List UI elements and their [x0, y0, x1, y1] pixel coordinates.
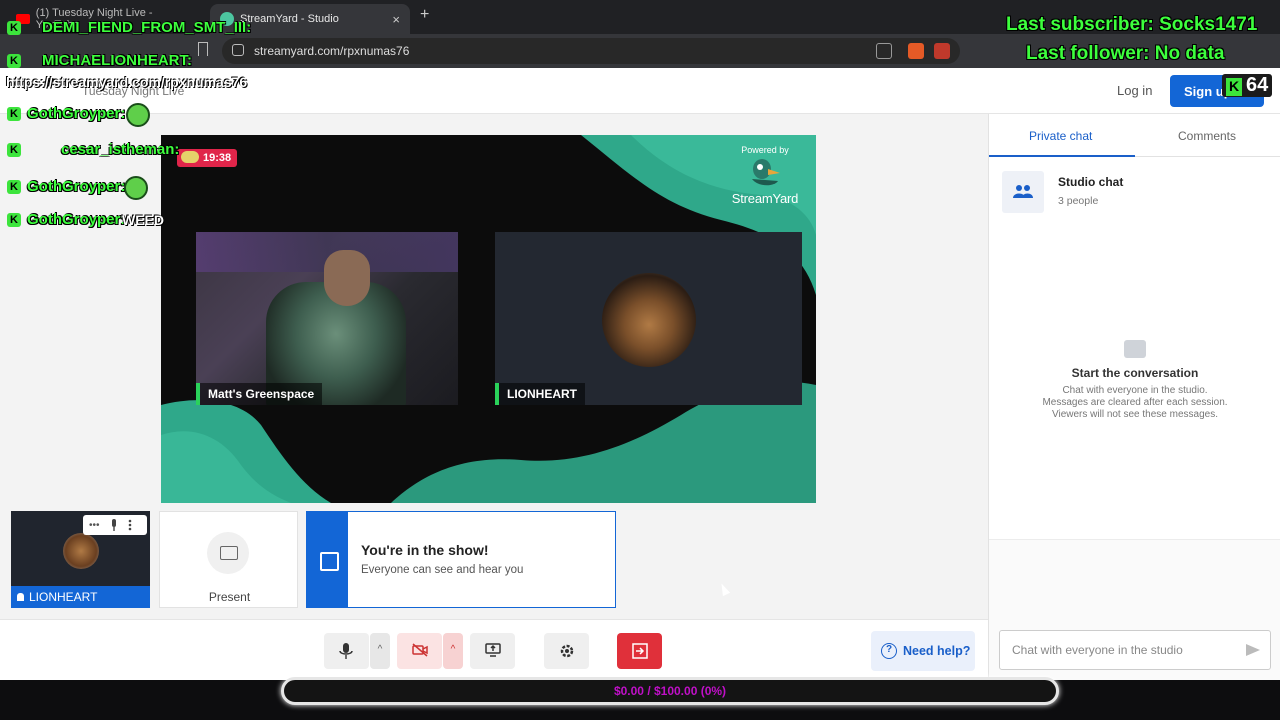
camera-off-icon — [412, 643, 428, 657]
share-icon[interactable] — [876, 43, 892, 59]
participant-feed[interactable]: LIONHEART — [495, 232, 802, 405]
tab-streamyard-label: StreamYard - Studio — [240, 13, 339, 25]
powered-by-text: Powered by — [741, 145, 789, 155]
pepe-emote-icon — [124, 176, 148, 200]
chat-input[interactable]: Chat with everyone in the studio — [999, 630, 1271, 670]
pepe-emote-icon — [126, 103, 150, 127]
viewer-counter: K 64 — [1222, 74, 1273, 97]
site-settings-icon[interactable] — [232, 44, 244, 56]
present-label: Present — [208, 590, 251, 604]
kick-badge-icon: K — [7, 54, 21, 68]
tab-private-chat[interactable]: Private chat — [1029, 129, 1092, 143]
mic-button[interactable] — [324, 633, 369, 669]
participant-name-tag: LIONHEART — [495, 383, 585, 405]
streamyard-duck-icon — [752, 159, 780, 186]
chat-username: cesar_istheman: — [61, 141, 180, 158]
participant-head — [324, 250, 370, 306]
chat-username: GothGroyper: — [27, 178, 126, 195]
send-icon[interactable] — [1246, 644, 1260, 656]
mic-options-caret[interactable]: ^ — [370, 633, 390, 669]
studio-toolbar: ^ ^ Need help? — [0, 619, 988, 680]
screen-share-icon — [485, 643, 501, 657]
tile-menu[interactable]: ••• — [83, 515, 147, 535]
empty-chat-title: Start the conversation — [1071, 366, 1199, 380]
mouse-cursor — [717, 581, 731, 597]
more-dots-icon[interactable]: ••• — [89, 520, 100, 531]
empty-chat-line: Chat with everyone in the studio. — [1062, 385, 1208, 396]
need-help-button[interactable]: Need help? — [871, 631, 975, 671]
chat-message: WEED — [122, 212, 164, 228]
kick-icon: K — [1226, 78, 1242, 96]
brave-rewards-icon[interactable] — [934, 43, 950, 59]
clip-time: 19:38 — [203, 152, 232, 164]
emote-icon — [181, 151, 199, 163]
self-preview-tile[interactable]: ••• LIONHEART — [11, 511, 150, 608]
exit-icon — [632, 643, 648, 659]
in-show-banner: You're in the show! Everyone can see and… — [306, 511, 616, 608]
address-bar[interactable]: streamyard.com/rpxnumas76 — [222, 38, 960, 64]
address-url: streamyard.com/rpxnumas76 — [254, 44, 410, 58]
participant-name-tag: Matt's Greenspace — [196, 383, 323, 405]
brave-shields-icon[interactable] — [908, 43, 924, 59]
chat-username: DEMI_FIEND_FROM_SMT_III: — [42, 19, 252, 36]
camera-options-caret[interactable]: ^ — [443, 633, 463, 669]
self-avatar — [63, 533, 99, 569]
present-icon — [207, 532, 249, 574]
empty-chat-line: Messages are cleared after each session. — [1042, 397, 1228, 408]
last-subscriber: Last subscriber: Socks1471 — [1006, 14, 1258, 35]
empty-chat-state: Start the conversation Chat with everyon… — [989, 340, 1280, 421]
kebab-menu-icon[interactable] — [128, 519, 132, 531]
empty-chat-line: Viewers will not see these messages. — [1051, 409, 1218, 420]
close-tab-icon[interactable]: × — [392, 12, 400, 27]
participant-feed[interactable]: Matt's Greenspace — [196, 232, 458, 405]
self-name-label: LIONHEART — [11, 586, 150, 608]
tab-comments[interactable]: Comments — [1178, 129, 1236, 143]
kick-badge-icon: K — [7, 143, 21, 157]
last-follower: Last follower: No data — [1026, 43, 1225, 64]
chat-username: MICHAELIONHEART: — [42, 52, 192, 69]
broadcast-stage: 19:38 Powered by StreamYard Matt's Green… — [161, 135, 816, 503]
studio-chat-title: Studio chat — [1058, 175, 1124, 189]
camera-button[interactable] — [397, 633, 442, 669]
mic-icon[interactable] — [110, 519, 118, 531]
microphone-icon — [339, 643, 353, 659]
share-screen-button[interactable] — [470, 633, 515, 669]
bookmark-icon[interactable] — [198, 42, 208, 56]
chat-input-placeholder: Chat with everyone in the studio — [1012, 643, 1183, 657]
kick-badge-icon: K — [7, 21, 21, 35]
studio-chat-avatar — [1002, 171, 1044, 213]
viewer-count: 64 — [1246, 74, 1269, 96]
kick-badge-icon: K — [7, 180, 21, 194]
active-tab-indicator — [989, 155, 1135, 157]
settings-button[interactable] — [544, 633, 589, 669]
chat-username: GothGroyper: — [27, 211, 126, 228]
chat-bubble-icon — [1124, 340, 1146, 358]
gear-icon — [560, 644, 574, 658]
sidebar-tabs: Private chat Comments — [989, 114, 1280, 157]
overlay-url: https://streamyard.com/rpxnumas76 — [6, 74, 248, 90]
present-tile[interactable]: Present — [159, 511, 298, 608]
studio-chat-count: 3 people — [1058, 195, 1099, 207]
chat-username: GothGroyper: — [27, 105, 126, 122]
new-tab-button[interactable]: + — [420, 6, 429, 24]
clip-timer: 19:38 — [177, 149, 238, 167]
participant-avatar — [602, 273, 696, 367]
people-icon — [1013, 185, 1033, 198]
kick-badge-icon: K — [7, 213, 21, 227]
kick-badge-icon: K — [7, 107, 21, 121]
donation-goal-text: $0.00 / $100.00 (0%) — [613, 684, 727, 698]
in-show-title: You're in the show! — [361, 542, 489, 558]
chat-sidebar: Private chat Comments Studio chat 3 peop… — [988, 114, 1280, 680]
donation-goal-bar: $0.00 / $100.00 (0%) — [281, 677, 1059, 705]
login-button[interactable]: Log in — [1117, 83, 1152, 98]
powered-by-brand: StreamYard — [731, 191, 799, 206]
in-show-subtitle: Everyone can see and hear you — [361, 564, 524, 576]
user-card-icon — [307, 512, 348, 607]
powered-by-badge: Powered by StreamYard — [730, 145, 800, 206]
leave-studio-button[interactable] — [617, 633, 662, 669]
